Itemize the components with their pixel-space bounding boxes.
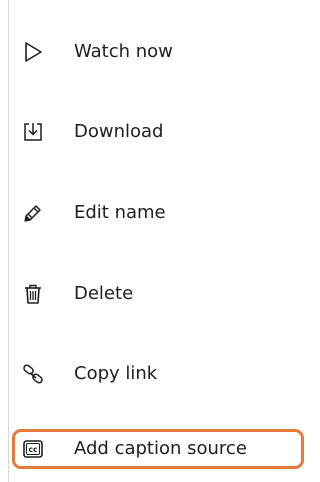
trash-icon: [22, 283, 44, 305]
cc-icon: cc: [22, 438, 44, 460]
link-icon: [22, 363, 44, 385]
menu-item-download[interactable]: Download: [12, 112, 304, 152]
menu-item-watch-now[interactable]: Watch now: [12, 32, 304, 72]
menu-item-label: Add caption source: [74, 438, 247, 459]
menu-item-label: Watch now: [74, 41, 173, 62]
menu-item-label: Edit name: [74, 202, 166, 223]
play-icon: [22, 41, 44, 63]
menu-item-edit-name[interactable]: Edit name: [12, 193, 304, 233]
svg-text:cc: cc: [29, 445, 38, 454]
pencil-icon: [22, 202, 44, 224]
context-menu: Watch now Download Edit name Delete Copy…: [0, 0, 311, 482]
menu-item-copy-link[interactable]: Copy link: [12, 354, 304, 394]
menu-item-label: Copy link: [74, 363, 158, 384]
menu-item-label: Delete: [74, 283, 134, 304]
menu-item-label: Download: [74, 121, 164, 142]
download-icon: [22, 121, 44, 143]
menu-item-delete[interactable]: Delete: [12, 274, 304, 314]
menu-item-add-caption-source[interactable]: cc Add caption source: [12, 429, 304, 469]
